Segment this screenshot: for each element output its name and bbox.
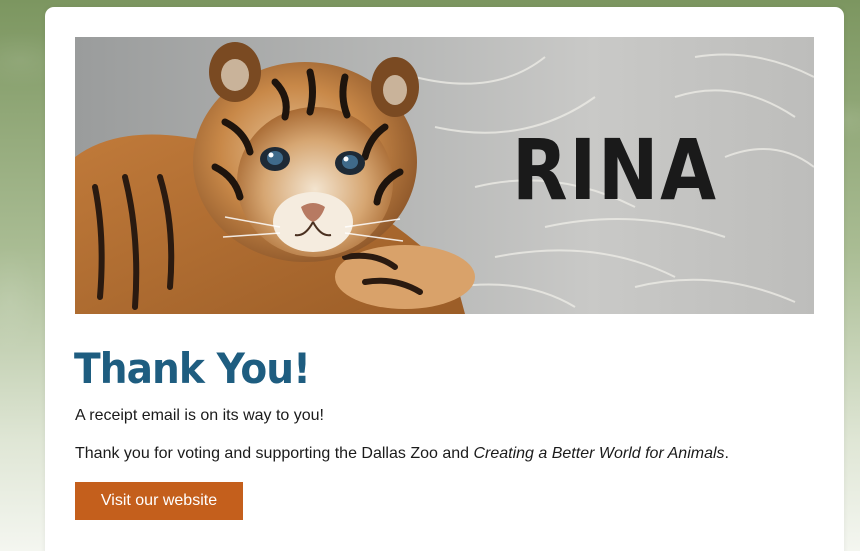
- thanks-message-prefix: Thank you for voting and supporting the …: [75, 445, 474, 462]
- visit-website-button[interactable]: Visit our website: [75, 482, 243, 520]
- receipt-message: A receipt email is on its way to you!: [75, 407, 324, 424]
- confirmation-card: RINA Thank You! A receipt email is on it…: [45, 7, 844, 551]
- banner-name-text: RINA: [512, 121, 718, 219]
- page-title: Thank You!: [74, 344, 311, 393]
- thanks-message-suffix: .: [724, 445, 729, 462]
- thanks-message: Thank you for voting and supporting the …: [75, 445, 729, 463]
- thanks-message-slogan: Creating a Better World for Animals: [473, 445, 725, 462]
- tiger-cub-banner: RINA: [75, 37, 814, 314]
